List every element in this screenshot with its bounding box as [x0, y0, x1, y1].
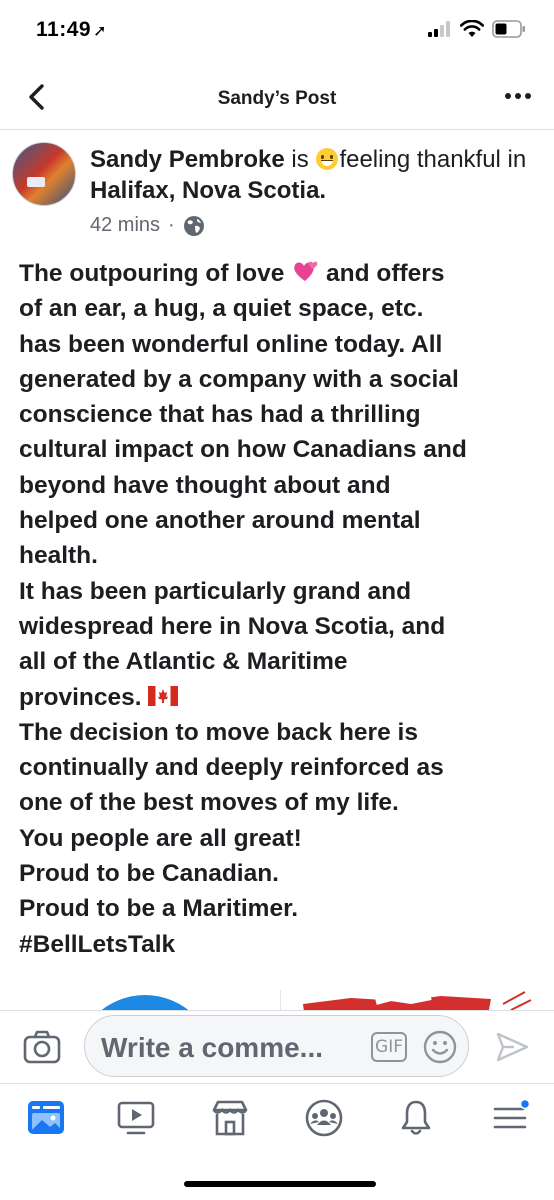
status-bar: 11:49 ➚ [0, 0, 554, 64]
post-line: It has been particularly grand and [19, 577, 412, 605]
post-line: all of the Atlantic & Maritime [19, 648, 348, 676]
post-line: has been wonderful online today. All [19, 330, 443, 358]
location-arrow-icon: ➚ [93, 23, 107, 40]
news-feed-icon[interactable] [26, 1098, 66, 1138]
post-line: widespread here in Nova Scotia, and [19, 612, 446, 640]
meta-separator: · [168, 214, 175, 236]
post-header: Sandy Pembroke is feeling thankful in Ha… [0, 138, 554, 248]
avatar[interactable] [12, 142, 76, 206]
post-line: generated by a company with a social [19, 365, 459, 393]
author-name[interactable]: Sandy Pembroke [90, 146, 285, 173]
status-time-text: 11:49 [36, 18, 92, 41]
send-icon[interactable] [494, 1029, 530, 1065]
nav-bar: Sandy’s Post [0, 64, 554, 130]
battery-icon [492, 20, 525, 38]
bell-icon[interactable] [396, 1098, 436, 1138]
comment-input[interactable]: Write a comme... GIF [84, 1015, 469, 1077]
groups-icon[interactable] [304, 1098, 344, 1138]
status-time: 11:49 ➚ [36, 18, 107, 42]
grinning-face-emoji [316, 148, 339, 170]
post-line: cultural impact on how Canadians and [19, 436, 467, 464]
watch-icon[interactable] [116, 1098, 156, 1138]
camera-icon[interactable] [22, 1029, 62, 1065]
two-hearts-emoji [294, 261, 318, 281]
location-link[interactable]: Halifax, Nova Scotia. [90, 177, 326, 204]
is-text: is [291, 146, 309, 173]
post-line: helped one another around mental [19, 507, 421, 535]
hashtag-link[interactable]: #BellLetsTalk [19, 927, 539, 962]
post-line-text: The outpouring of love [19, 260, 285, 287]
comment-placeholder: Write a comme... [101, 1032, 324, 1063]
more-horizontal-icon[interactable] [504, 86, 532, 106]
gif-button[interactable]: GIF [371, 1032, 407, 1062]
comment-bar: Write a comme... GIF [0, 1010, 554, 1082]
post-line-text: provinces. [19, 683, 142, 711]
avatar-badge [27, 177, 45, 187]
post-line: The outpouring of love and offers [19, 256, 539, 291]
canada-flag-emoji [148, 685, 179, 706]
wifi-icon [460, 20, 484, 37]
post-line: beyond have thought about and [19, 471, 391, 499]
post-line: Proud to be Canadian. [19, 860, 279, 888]
status-indicators [428, 20, 526, 38]
tab-bar [0, 1083, 554, 1158]
post-line: conscience that has had a thrilling [19, 401, 421, 429]
post-line-text: and offers [326, 260, 445, 287]
page-title: Sandy’s Post [217, 88, 337, 109]
post-line: of an ear, a hug, a quiet space, etc. [19, 295, 424, 323]
feeling-text: feeling thankful in [339, 146, 527, 173]
post-body: The outpouring of love and offers of an … [19, 256, 539, 962]
cell-signal-icon [428, 21, 450, 37]
marketplace-icon[interactable] [210, 1098, 250, 1138]
post-meta: 42 mins · [90, 214, 205, 237]
home-indicator[interactable] [184, 1181, 376, 1187]
post-line: The decision to move back here is [19, 718, 418, 746]
post-line: Proud to be a Maritimer. [19, 895, 299, 923]
smiley-icon[interactable] [423, 1030, 457, 1064]
post-line: continually and deeply reinforced as [19, 754, 444, 782]
post-author-line: Sandy Pembroke is feeling thankful in Ha… [90, 144, 540, 206]
post-line: provinces. [19, 680, 539, 715]
menu-icon[interactable] [490, 1098, 530, 1138]
post-line: one of the best moves of my life. [19, 789, 399, 817]
globe-icon [183, 215, 204, 236]
post-line: You people are all great! [19, 824, 302, 852]
post-line: health. [19, 542, 98, 570]
post-time[interactable]: 42 mins [90, 214, 160, 237]
